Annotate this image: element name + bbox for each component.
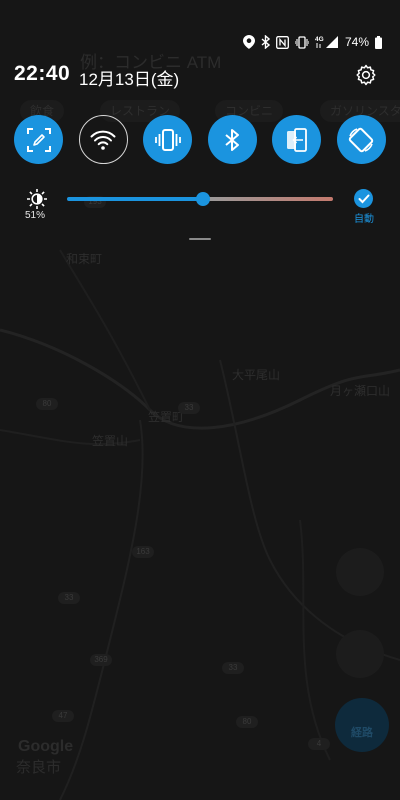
map-bottom-nav xyxy=(0,778,400,800)
clock-time[interactable]: 22:40 xyxy=(14,62,70,86)
wifi-toggle[interactable] xyxy=(78,115,128,164)
check-icon xyxy=(358,194,369,203)
battery-percent: 74% xyxy=(344,35,369,49)
bluetooth-icon xyxy=(261,35,270,49)
network-label: 4G xyxy=(315,36,324,43)
road-badge: 33 xyxy=(58,592,80,604)
screen-share-toggle[interactable] xyxy=(272,115,322,164)
vibrate-toggle[interactable] xyxy=(143,115,193,164)
road-badge: 163 xyxy=(132,546,154,558)
auto-rotate-icon xyxy=(349,127,374,152)
panel-drag-handle[interactable] xyxy=(189,238,211,240)
road-badge: 33 xyxy=(178,402,200,414)
screen-capture-icon xyxy=(26,127,51,152)
brightness-slider[interactable] xyxy=(67,192,333,206)
google-logo: Google xyxy=(18,738,74,755)
location-icon xyxy=(242,35,255,49)
brightness-slider-thumb[interactable] xyxy=(196,192,210,206)
battery-icon xyxy=(375,35,382,49)
road-badge: 80 xyxy=(236,716,258,728)
map-label: 月ヶ瀬口山 xyxy=(330,384,391,398)
road-badge: 369 xyxy=(90,654,112,666)
road-badge: 33 xyxy=(222,662,244,674)
screen-capture-toggle[interactable] xyxy=(14,115,63,164)
screen-share-icon xyxy=(286,127,307,152)
status-bar: 4G 74% xyxy=(242,33,382,51)
vibrate-icon xyxy=(294,35,309,49)
layers-button xyxy=(336,548,384,596)
brightness-slider-fill xyxy=(67,197,199,201)
bluetooth-toggle[interactable] xyxy=(207,115,257,164)
clock-date[interactable]: 12月13日(金) xyxy=(79,65,179,90)
nfc-icon xyxy=(276,35,289,49)
road-badge: 47 xyxy=(52,710,74,722)
4g-signal-icon: 4G xyxy=(315,36,338,48)
quick-settings-toggles xyxy=(14,115,386,164)
bluetooth-toggle-icon xyxy=(225,128,240,151)
map-city-label: 奈良市 xyxy=(16,759,62,776)
auto-brightness-toggle[interactable] xyxy=(354,189,373,208)
my-location-button xyxy=(336,630,384,678)
auto-brightness-label[interactable]: 自動 xyxy=(354,210,374,225)
road-badge: 4 xyxy=(308,738,330,750)
directions-button: 経路 xyxy=(335,698,389,752)
map-label: 大平尾山 xyxy=(232,368,281,382)
brightness-icon xyxy=(27,189,47,209)
wifi-icon xyxy=(90,130,116,150)
vibrate-mode-icon xyxy=(154,128,181,151)
directions-label: 経路 xyxy=(351,727,373,739)
brightness-percent: 51% xyxy=(25,210,46,221)
brightness-slider-track xyxy=(207,197,333,201)
auto-rotate-toggle[interactable] xyxy=(336,115,386,164)
map-label: 笠置山 xyxy=(92,434,129,448)
map-label: 和束町 xyxy=(66,252,103,266)
road-badge: 80 xyxy=(36,398,58,410)
gear-icon[interactable] xyxy=(354,63,378,87)
